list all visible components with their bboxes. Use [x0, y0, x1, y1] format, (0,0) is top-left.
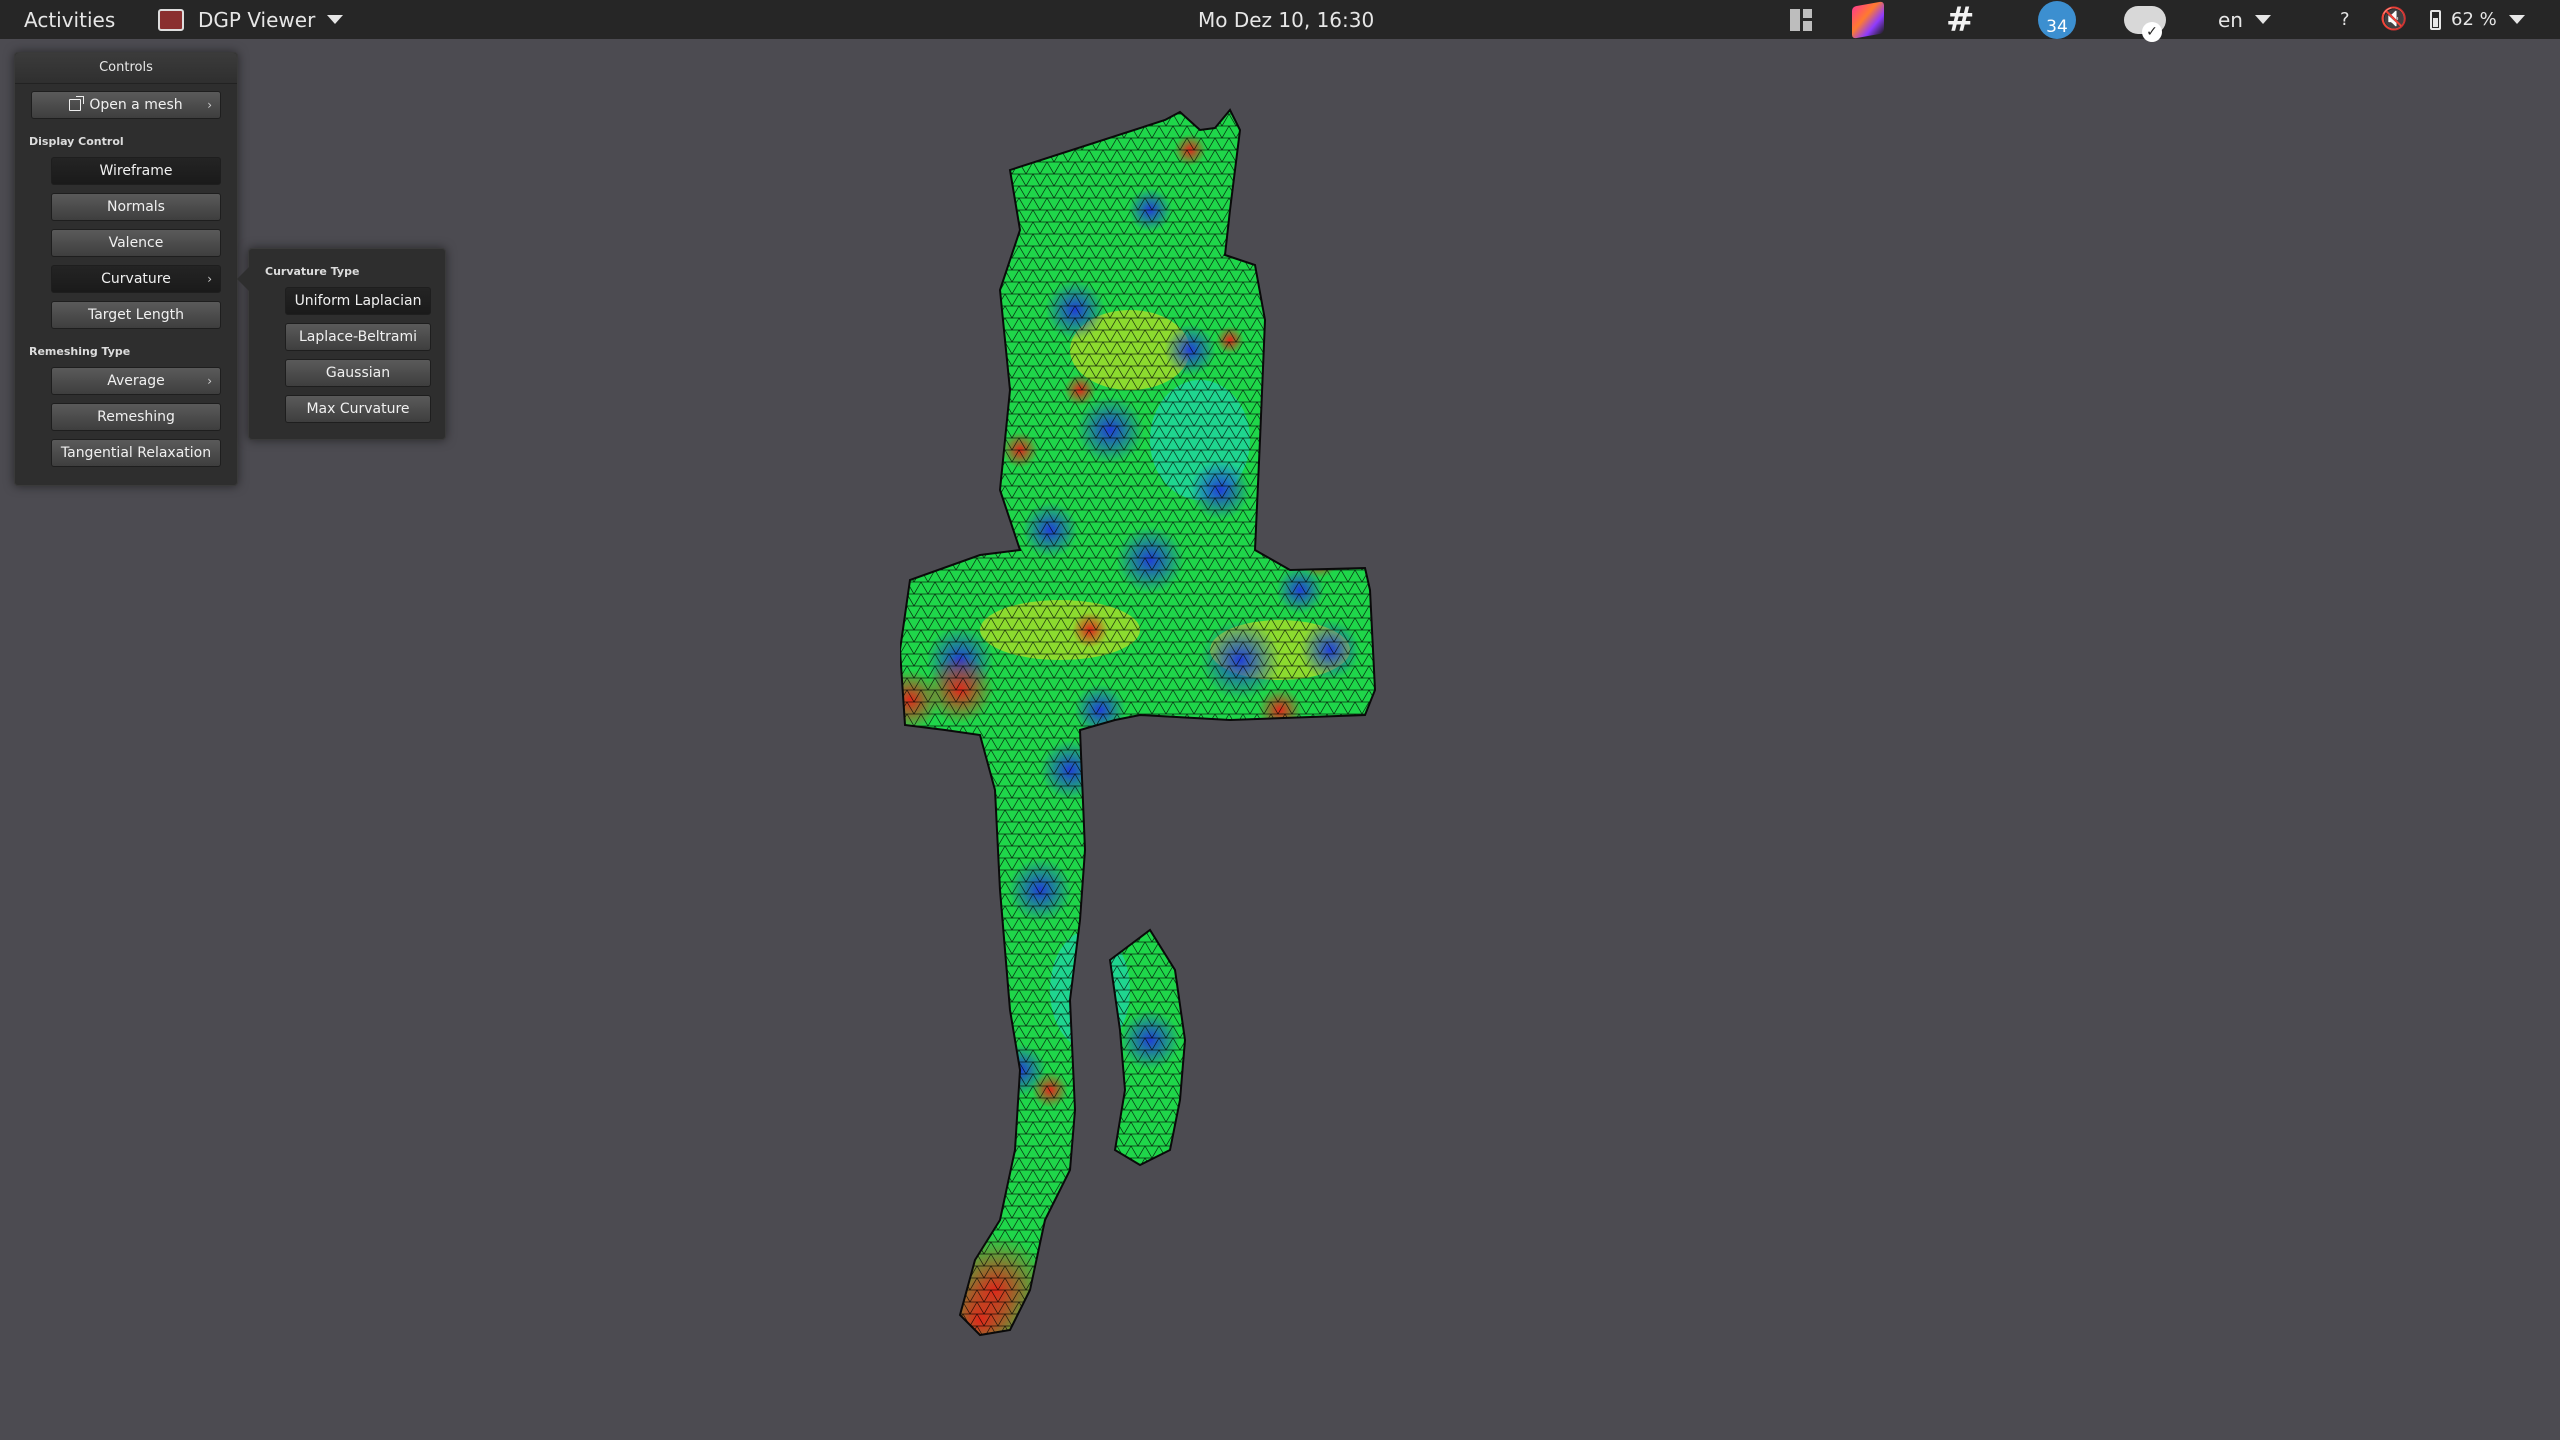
- check-icon: ✓: [2142, 21, 2162, 42]
- wireframe-button[interactable]: Wireframe: [51, 157, 221, 185]
- open-mesh-button[interactable]: Open a mesh ›: [31, 91, 221, 119]
- popup-pointer: [237, 267, 249, 291]
- option-label: Uniform Laplacian: [294, 293, 422, 309]
- language-selector[interactable]: en: [2218, 0, 2271, 39]
- app-icon: [158, 8, 184, 31]
- chevron-right-icon: ›: [207, 98, 212, 112]
- help-indicator[interactable]: ?: [2340, 0, 2350, 39]
- battery-percent: 62 %: [2451, 9, 2497, 30]
- layout-icon: [1790, 8, 1812, 31]
- layout-indicator[interactable]: [1790, 0, 1812, 39]
- average-dropdown[interactable]: Average ›: [51, 367, 221, 395]
- curvature-type-label: Curvature Type: [265, 265, 360, 278]
- remeshing-button[interactable]: Remeshing: [51, 403, 221, 431]
- notification-indicator[interactable]: 34: [2038, 0, 2076, 39]
- jetbrains-toolbox-indicator[interactable]: [1852, 0, 1884, 39]
- battery-icon: [2430, 9, 2441, 30]
- valence-button[interactable]: Valence: [51, 229, 221, 257]
- target-length-button[interactable]: Target Length: [51, 301, 221, 329]
- cloud-sync-indicator[interactable]: ✓: [2124, 0, 2166, 42]
- clock[interactable]: Mo Dez 10, 16:30: [1198, 0, 1374, 39]
- mesh-render: [899, 109, 1376, 1336]
- app-menu[interactable]: DGP Viewer: [158, 0, 344, 39]
- panel-title: Controls: [15, 53, 237, 84]
- tangential-relaxation-label: Tangential Relaxation: [60, 445, 212, 461]
- volume-indicator[interactable]: 🔇: [2380, 0, 2407, 39]
- notification-count: 34: [2038, 0, 2076, 39]
- curvature-button[interactable]: Curvature ›: [51, 265, 221, 293]
- battery-indicator[interactable]: 62 %: [2430, 0, 2525, 39]
- display-control-label: Display Control: [29, 135, 124, 148]
- normals-label: Normals: [107, 199, 165, 215]
- cloud-icon: ✓: [2124, 5, 2166, 42]
- laplace-beltrami-button[interactable]: Laplace-Beltrami: [285, 323, 431, 351]
- target-length-label: Target Length: [87, 307, 185, 323]
- controls-panel: Controls Open a mesh › Display Control W…: [14, 52, 238, 486]
- remeshing-type-label: Remeshing Type: [29, 345, 131, 358]
- help-icon: ?: [2340, 9, 2350, 30]
- curvature-label: Curvature: [101, 271, 171, 287]
- external-link-icon: [69, 96, 85, 111]
- slack-indicator[interactable]: #: [1946, 0, 1975, 40]
- app-name: DGP Viewer: [198, 7, 316, 32]
- gaussian-button[interactable]: Gaussian: [285, 359, 431, 387]
- chevron-down-icon: [2254, 15, 2271, 24]
- max-curvature-button[interactable]: Max Curvature: [285, 395, 431, 423]
- toolbox-icon: [1852, 0, 1884, 39]
- top-bar: Activities DGP Viewer Mo Dez 10, 16:30 #…: [0, 0, 2560, 42]
- chevron-right-icon: ›: [207, 272, 212, 286]
- chevron-down-icon: [327, 15, 344, 24]
- language-label: en: [2218, 7, 2243, 32]
- chevron-down-icon: [2508, 15, 2525, 24]
- volume-muted-icon: 🔇: [2380, 7, 2408, 32]
- average-label: Average: [107, 373, 165, 389]
- option-label: Gaussian: [325, 365, 391, 381]
- slack-icon: #: [1946, 0, 1975, 40]
- valence-label: Valence: [108, 235, 164, 251]
- normals-button[interactable]: Normals: [51, 193, 221, 221]
- option-label: Max Curvature: [306, 401, 410, 417]
- chevron-right-icon: ›: [207, 374, 212, 388]
- tangential-relaxation-button[interactable]: Tangential Relaxation: [51, 439, 221, 467]
- open-mesh-label: Open a mesh: [89, 97, 183, 113]
- option-label: Laplace-Beltrami: [298, 329, 418, 345]
- wireframe-label: Wireframe: [99, 163, 173, 179]
- activities-button[interactable]: Activities: [24, 0, 115, 39]
- curvature-type-popup: Curvature Type Uniform Laplacian Laplace…: [237, 248, 446, 440]
- remeshing-label: Remeshing: [97, 409, 175, 425]
- uniform-laplacian-button[interactable]: Uniform Laplacian: [285, 287, 431, 315]
- mesh-viewport[interactable]: [899, 90, 1750, 1430]
